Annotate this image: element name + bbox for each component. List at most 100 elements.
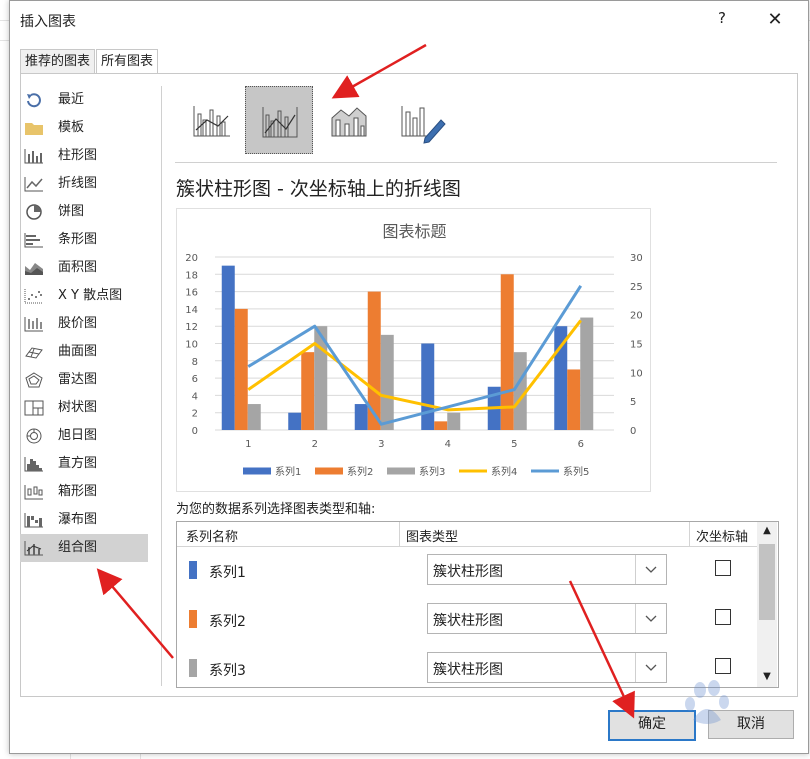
sidebar-item-label: 柱形图 (58, 148, 98, 163)
dialog-title: 插入图表 (20, 14, 76, 30)
bar-2 (434, 421, 448, 430)
tab-recommended-charts[interactable]: 推荐的图表 (20, 49, 96, 74)
y2-tick-label: 30 (630, 253, 643, 264)
sidebar-item-templates[interactable]: 模板 (20, 114, 148, 142)
sidebar-item-radar[interactable]: 雷达图 (20, 366, 148, 394)
series-color-swatch (189, 610, 197, 628)
sidebar-item-label: 雷达图 (58, 372, 98, 387)
close-button[interactable]: ✕ (762, 9, 788, 31)
clustered-column-line-icon (193, 106, 230, 137)
bar-1 (354, 404, 368, 430)
sidebar-item-area[interactable]: 面积图 (20, 254, 148, 282)
sidebar-item-stock[interactable]: 股价图 (20, 310, 148, 338)
subtype-stacked-area-clustered-column[interactable] (315, 86, 383, 154)
sidebar-item-label: 模板 (58, 120, 85, 135)
sidebar-item-label: 股价图 (58, 316, 98, 331)
bar-3 (447, 412, 461, 430)
folder-icon (25, 123, 43, 135)
sidebar-item-line[interactable]: 折线图 (20, 170, 148, 198)
chart-type-value: 簇状柱形图 (433, 564, 503, 580)
surface-chart-icon (25, 347, 43, 359)
sidebar-item-pie[interactable]: 饼图 (20, 198, 148, 226)
sidebar-item-waterfall[interactable]: 瀑布图 (20, 506, 148, 534)
chevron-down-icon[interactable] (635, 555, 666, 584)
bar-3 (380, 334, 394, 430)
series-color-swatch (189, 659, 197, 677)
header-separator (689, 522, 690, 546)
sidebar-item-label: 条形图 (58, 232, 98, 247)
legend-entry: 系列5 (563, 465, 589, 478)
scroll-up-icon[interactable]: ▲ (757, 522, 777, 540)
legend-entry: 系列2 (347, 465, 373, 478)
y2-tick-label: 20 (630, 311, 643, 322)
sidebar-item-treemap[interactable]: 树状图 (20, 394, 148, 422)
combo-chart: 图表标题024681012141618200510152025301 2 3 4 5 6系… (185, 222, 643, 478)
stacked-area-clustered-column-icon (331, 107, 367, 137)
sidebar-item-label: 瀑布图 (58, 512, 98, 527)
bar-2 (301, 352, 315, 430)
sidebar-item-surface[interactable]: 曲面图 (20, 338, 148, 366)
sidebar-item-recent[interactable]: 最近 (20, 86, 148, 114)
bar-chart-icon (24, 233, 43, 248)
chevron-down-icon[interactable] (635, 604, 666, 633)
pie-chart-icon (26, 204, 42, 220)
y2-tick-label: 5 (630, 397, 636, 408)
subtype-clustered-column-line-secondary-axis[interactable] (245, 86, 313, 154)
header-secondary-axis: 次坐标轴 (696, 530, 749, 545)
subtype-custom-combination[interactable] (385, 86, 453, 154)
waterfall-chart-icon (24, 513, 43, 528)
sidebar-item-bar[interactable]: 条形图 (20, 226, 148, 254)
sidebar-item-scatter[interactable]: X Y 散点图 (20, 282, 148, 310)
dialog-titlebar: 插入图表 ? ✕ (10, 1, 808, 39)
chart-type-value: 簇状柱形图 (433, 662, 503, 678)
chart-title: 图表标题 (382, 222, 446, 241)
bar-3 (580, 317, 594, 430)
scrollbar-thumb[interactable] (759, 544, 775, 620)
sunburst-chart-icon (26, 428, 42, 444)
secondary-axis-checkbox[interactable] (715, 609, 731, 625)
chart-type-dropdown[interactable]: 簇状柱形图 (427, 554, 667, 585)
tab-all-charts[interactable]: 所有图表 (96, 49, 159, 74)
y-tick-label: 12 (185, 322, 198, 333)
sidebar-item-combo[interactable]: 组合图 (20, 534, 148, 562)
sidebar-item-column[interactable]: 柱形图 (20, 142, 148, 170)
sidebar-item-sunburst[interactable]: 旭日图 (20, 422, 148, 450)
bar-1 (421, 343, 435, 430)
sidebar-item-boxplot[interactable]: 箱形图 (20, 478, 148, 506)
subtype-divider (175, 162, 777, 163)
area-chart-icon (25, 263, 43, 275)
stock-chart-icon (24, 317, 43, 332)
y-tick-label: 4 (192, 391, 198, 402)
boxplot-chart-icon (24, 485, 43, 500)
panel-divider (161, 86, 162, 686)
x-tick-label: 3 (378, 439, 384, 450)
series-name: 系列1 (209, 565, 246, 581)
combo-subtype-gallery (175, 86, 775, 156)
bar-1 (221, 265, 235, 430)
subtype-clustered-column-line[interactable] (177, 86, 245, 154)
column-chart-icon (24, 149, 43, 164)
y-tick-label: 8 (192, 357, 198, 368)
sidebar-item-label: 箱形图 (58, 484, 98, 499)
sidebar-item-label: 折线图 (58, 176, 98, 191)
baidu-watermark-logo (685, 680, 729, 724)
header-chart-type: 图表类型 (406, 530, 459, 545)
sidebar-item-histogram[interactable]: 直方图 (20, 450, 148, 478)
y2-tick-label: 15 (630, 340, 643, 351)
sidebar-item-label: 组合图 (58, 540, 98, 555)
recent-icon (27, 93, 41, 108)
grid-header: 系列名称 图表类型 次坐标轴 (177, 522, 757, 547)
bar-2 (567, 369, 581, 430)
histogram-chart-icon (24, 457, 43, 472)
y2-tick-label: 25 (630, 282, 643, 293)
grid-vertical-scrollbar[interactable]: ▲ ▼ (757, 522, 777, 687)
secondary-axis-checkbox[interactable] (715, 560, 731, 576)
header-series-name: 系列名称 (186, 530, 239, 545)
x-tick-label: 5 (511, 439, 517, 450)
sidebar-item-label: 旭日图 (58, 428, 98, 443)
chart-type-dropdown[interactable]: 簇状柱形图 (427, 603, 667, 634)
clustered-column-line-secondary-axis-icon (262, 107, 298, 138)
chart-subtype-heading: 簇状柱形图 - 次坐标轴上的折线图 (176, 178, 461, 200)
help-button[interactable]: ? (710, 9, 734, 31)
custom-combination-icon (401, 106, 446, 144)
